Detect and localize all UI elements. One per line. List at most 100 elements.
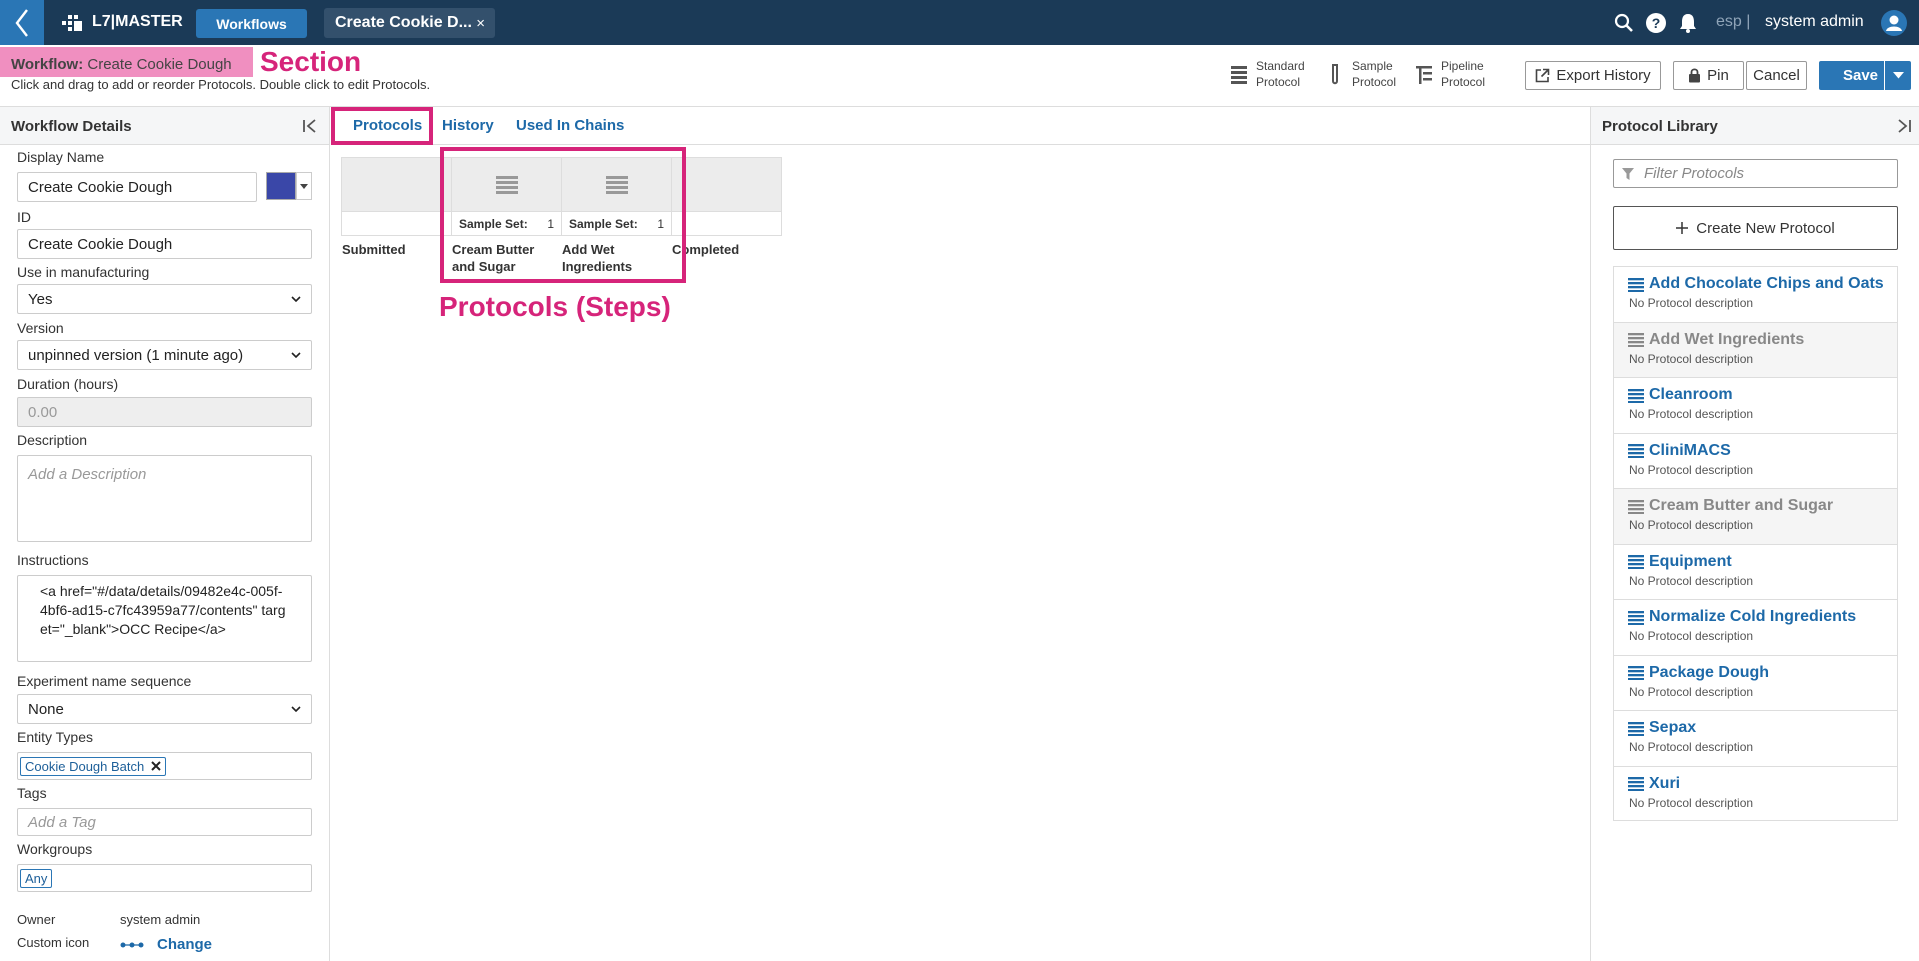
protocol-library-item[interactable]: Normalize Cold Ingredients No Protocol de… bbox=[1613, 599, 1898, 655]
protocol-description: No Protocol description bbox=[1629, 407, 1754, 421]
save-options-button[interactable] bbox=[1884, 61, 1911, 90]
workflow-title-name: Create Cookie Dough bbox=[87, 56, 232, 73]
change-icon-link[interactable]: Change bbox=[157, 936, 212, 953]
collapse-right-icon[interactable] bbox=[1895, 117, 1913, 135]
protocol-library-item[interactable]: Sepax No Protocol description bbox=[1613, 710, 1898, 766]
search-icon[interactable] bbox=[1613, 12, 1635, 34]
protocol-library-item[interactable]: Add Wet Ingredients No Protocol descripti… bbox=[1613, 321, 1898, 377]
workgroups-label: Workgroups bbox=[17, 841, 93, 857]
sample-protocol-draggable[interactable]: Sample Protocol bbox=[1326, 58, 1396, 90]
remove-chip-icon[interactable] bbox=[151, 761, 161, 771]
step-completed[interactable] bbox=[671, 157, 782, 236]
id-input[interactable]: Create Cookie Dough bbox=[17, 229, 312, 259]
protocols-highlight bbox=[440, 147, 686, 283]
protocol-name: Cream Butter and Sugar bbox=[1628, 497, 1897, 515]
protocol-description: No Protocol description bbox=[1629, 795, 1754, 810]
export-history-button[interactable]: Export History bbox=[1525, 61, 1661, 90]
custom-icon-preview-icon bbox=[120, 942, 144, 948]
workgroups-input[interactable]: Any bbox=[17, 864, 312, 892]
filter-icon bbox=[1622, 167, 1634, 180]
close-icon[interactable]: × bbox=[476, 15, 485, 32]
standard-protocol-icon bbox=[1628, 444, 1644, 458]
entity-types-input[interactable]: Cookie Dough Batch bbox=[17, 752, 312, 780]
collapse-left-icon[interactable] bbox=[301, 117, 319, 135]
id-label: ID bbox=[17, 209, 31, 225]
workflow-details-title: Workflow Details bbox=[11, 118, 132, 135]
chevron-left-icon bbox=[15, 8, 28, 37]
export-history-label: Export History bbox=[1556, 67, 1651, 84]
app-logo-icon bbox=[62, 15, 82, 31]
protocols-annotation: Protocols (Steps) bbox=[439, 291, 671, 322]
protocol-name: Normalize Cold Ingredients bbox=[1628, 608, 1897, 626]
workflows-button[interactable]: Workflows bbox=[196, 9, 307, 38]
workflow-hint: Click and drag to add or reorder Protoco… bbox=[11, 77, 431, 92]
protocol-library-item[interactable]: CliniMACS No Protocol description bbox=[1613, 432, 1898, 488]
protocol-name-label: Add Wet Ingredients bbox=[1649, 330, 1805, 348]
display-name-input[interactable]: Create Cookie Dough bbox=[17, 172, 257, 202]
standard-protocol-icon bbox=[1628, 555, 1644, 569]
pipeline-protocol-draggable[interactable]: Pipeline Protocol bbox=[1415, 58, 1485, 90]
pipeline-protocol-label-2: Protocol bbox=[1441, 75, 1486, 89]
protocol-name: Package Dough bbox=[1628, 664, 1897, 682]
owner-value: system admin bbox=[120, 912, 201, 927]
standard-protocol-icon bbox=[1628, 277, 1644, 292]
user-name[interactable]: system admin bbox=[1765, 13, 1864, 31]
back-button[interactable] bbox=[0, 0, 44, 45]
pipeline-protocol-icon bbox=[1416, 66, 1432, 84]
protocol-name: Xuri bbox=[1628, 775, 1897, 793]
pipeline-protocol-label-1: Pipeline bbox=[1441, 59, 1484, 73]
chevron-down-icon bbox=[291, 352, 301, 358]
section-annotation: Section bbox=[260, 46, 362, 77]
pin-button[interactable]: Pin bbox=[1673, 61, 1744, 90]
entity-type-chip: Cookie Dough Batch bbox=[20, 756, 167, 776]
sample-protocol-label-1: Sample bbox=[1352, 59, 1393, 73]
caret-down-icon bbox=[300, 183, 308, 189]
protocol-name-label: Cleanroom bbox=[1649, 386, 1733, 403]
standard-protocol-draggable[interactable]: Standard Protocol bbox=[1230, 58, 1305, 90]
open-workflow-tab[interactable]: Create Cookie D... × bbox=[324, 8, 495, 38]
experiment-sequence-select[interactable]: None bbox=[17, 694, 312, 724]
protocol-library-item[interactable]: Xuri No Protocol description bbox=[1613, 765, 1898, 821]
step-top bbox=[672, 158, 781, 212]
version-select[interactable]: unpinned version (1 minute ago) bbox=[17, 340, 312, 370]
standard-protocol-icon bbox=[1628, 499, 1644, 514]
protocol-description: No Protocol description bbox=[1629, 462, 1754, 477]
color-swatch[interactable] bbox=[266, 172, 296, 200]
experiment-sequence-label: Experiment name sequence bbox=[17, 673, 192, 689]
manufacturing-select[interactable]: Yes bbox=[17, 284, 312, 314]
protocol-library-item[interactable]: Package Dough No Protocol description bbox=[1613, 654, 1898, 710]
description-label: Description bbox=[17, 432, 88, 448]
tags-input[interactable]: Add a Tag bbox=[17, 808, 312, 836]
protocol-library-item[interactable]: Equipment No Protocol description bbox=[1613, 543, 1898, 599]
filter-protocols-input[interactable]: Filter Protocols bbox=[1613, 159, 1898, 188]
notification-bell-icon[interactable] bbox=[1677, 12, 1699, 34]
protocol-library-item[interactable]: Cream Butter and Sugar No Protocol descri… bbox=[1613, 488, 1898, 544]
help-icon[interactable]: ? bbox=[1645, 12, 1667, 34]
tab-history[interactable]: History bbox=[442, 117, 494, 134]
instructions-label: Instructions bbox=[17, 552, 89, 568]
create-new-protocol-button[interactable]: Create New Protocol bbox=[1613, 206, 1898, 250]
workgroup-chip: Any bbox=[20, 868, 53, 888]
standard-protocol-icon bbox=[1628, 777, 1644, 791]
svg-text:?: ? bbox=[1652, 15, 1661, 31]
description-textarea[interactable]: Add a Description bbox=[17, 455, 312, 542]
protocol-library-header: Protocol Library bbox=[1591, 107, 1919, 145]
workflow-title-prefix: Workflow: bbox=[11, 56, 84, 73]
tab-protocols[interactable]: Protocols bbox=[353, 117, 422, 134]
chevron-down-icon bbox=[291, 296, 301, 302]
step-submitted[interactable] bbox=[341, 157, 452, 236]
duration-input: 0.00 bbox=[17, 397, 312, 427]
version-value: unpinned version (1 minute ago) bbox=[28, 346, 244, 364]
standard-protocol-icon bbox=[1628, 388, 1644, 403]
protocol-library-item[interactable]: Add Chocolate Chips and Oats No Protocol … bbox=[1613, 266, 1898, 322]
cancel-button[interactable]: Cancel bbox=[1746, 61, 1807, 90]
protocol-name-label: Normalize Cold Ingredients bbox=[1649, 608, 1857, 625]
color-picker-button[interactable] bbox=[296, 172, 312, 200]
instructions-textarea[interactable]: <a href="#/data/details/09482e4c-005f-4b… bbox=[17, 575, 312, 662]
tab-used-in-chains[interactable]: Used In Chains bbox=[516, 117, 624, 134]
avatar[interactable] bbox=[1881, 10, 1907, 36]
protocol-library-panel: Protocol Library Filter Protocols Create… bbox=[1590, 107, 1919, 961]
sample-protocol-label-2: Protocol bbox=[1352, 75, 1397, 89]
protocol-library-item[interactable]: Cleanroom No Protocol description bbox=[1613, 377, 1898, 433]
brand-name: L7|MASTER bbox=[92, 13, 183, 30]
